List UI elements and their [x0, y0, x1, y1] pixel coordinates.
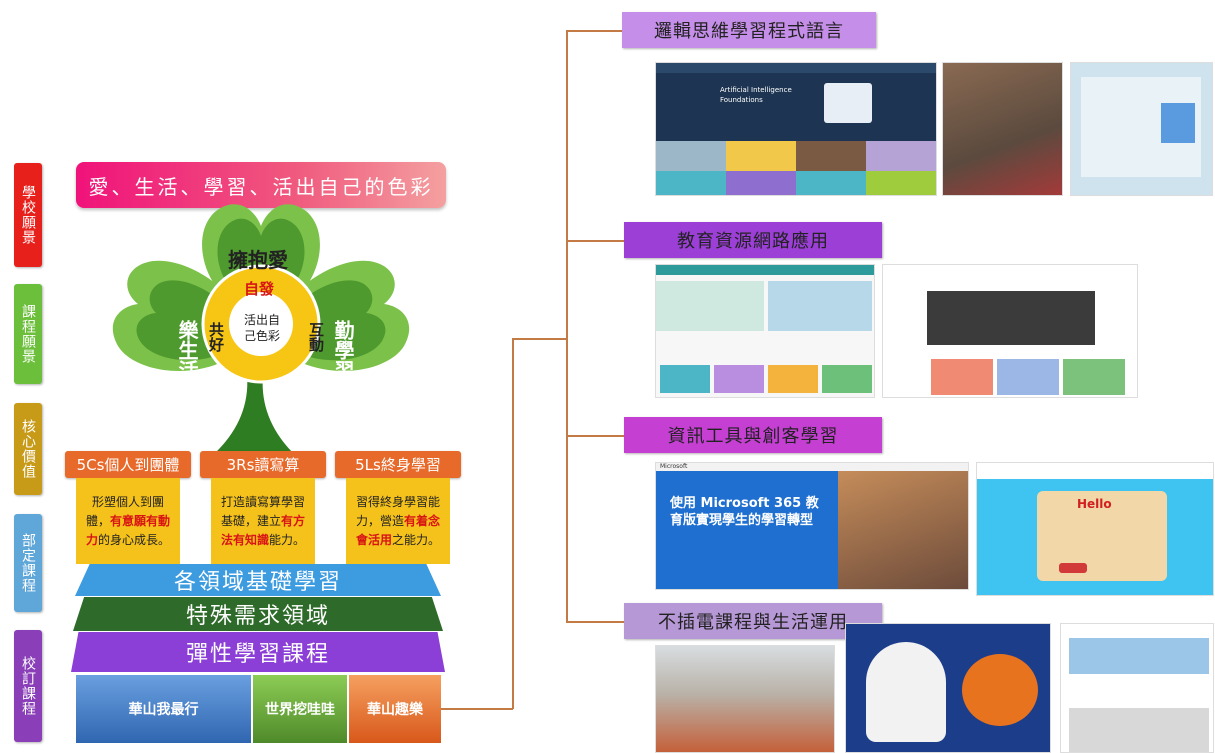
flower-center-text: 活出自己色彩: [243, 313, 280, 343]
connector-h-4: [566, 621, 624, 623]
layer-flexible-curriculum: 彈性學習課程: [71, 632, 445, 672]
connector-h-2: [566, 240, 624, 242]
connector-v-main: [512, 338, 514, 709]
note-5cs: 形塑個人到團體，有意願有動力的身心成長。: [76, 478, 180, 564]
connector-v-branch: [566, 30, 568, 622]
category-5cs: 5Cs個人到團體: [65, 451, 191, 478]
connector-h-3: [566, 435, 624, 437]
drawing-ghost-pumpkin: [845, 623, 1051, 753]
category-5ls: 5Ls終身學習: [335, 451, 461, 478]
bottom-box-2: 世界挖哇哇: [253, 675, 347, 743]
screenshot-ai-foundations: Artificial Intelligence Foundations: [655, 62, 937, 196]
flower-top-text: 擁抱愛: [228, 248, 288, 272]
label-unplugged: 不插電課程與生活運用: [624, 603, 882, 639]
bottom-box-3: 華山趣樂: [349, 675, 441, 743]
screenshot-microsoft-365: Microsoft 使用 Microsoft 365 教育版實現學生的學習轉型: [655, 462, 969, 590]
connector-h-mid: [512, 338, 568, 340]
connector-h-1: [566, 30, 622, 32]
flower-left-text: 樂生活: [175, 320, 199, 380]
tag-required-curriculum: 部定課程: [14, 514, 42, 612]
label-maker-learning: 資訊工具與創客學習: [624, 417, 882, 453]
connector-h-bottom: [441, 708, 513, 710]
flower-ring-top: 自發: [244, 280, 275, 298]
screenshot-keyboard: [1060, 623, 1214, 753]
flower-ring-left: 共好: [207, 322, 225, 352]
ms-brand: Microsoft: [660, 463, 688, 470]
flower-right-text: 勤學習: [331, 320, 355, 380]
game-title: Hello: [1077, 497, 1112, 511]
screenshot-teacher-site: [882, 264, 1138, 398]
ai-foundations-title: Artificial Intelligence Foundations: [720, 86, 792, 104]
flower-ring-right: 互動: [307, 322, 325, 352]
layer-domain-learning: 各領域基礎學習: [75, 564, 441, 596]
ms-headline: 使用 Microsoft 365 教育版實現學生的學習轉型: [670, 496, 819, 528]
bottom-box-1: 華山我最行: [76, 675, 251, 743]
tag-school-curriculum: 校訂課程: [14, 630, 42, 742]
screenshot-edu-portal: [655, 264, 875, 398]
tag-core-values: 核心價值: [14, 403, 42, 495]
screenshot-block-coding: [1070, 62, 1213, 196]
screenshot-code-game: Hello: [976, 462, 1214, 596]
photo-students-tablets: [942, 62, 1063, 196]
label-edu-resources: 教育資源網路應用: [624, 222, 882, 258]
tag-school-vision: 學校願景: [14, 163, 42, 267]
layer-special-needs: 特殊需求領域: [73, 597, 443, 631]
label-logic-programming: 邏輯思維學習程式語言: [622, 12, 876, 48]
note-3rs: 打造讀寫算學習基礎，建立有方法有知識能力。: [211, 478, 315, 564]
category-3rs: 3Rs讀寫算: [200, 451, 326, 478]
photo-unplugged-activity: [655, 645, 835, 753]
note-5ls: 習得終身學習能力，營造有着念會活用之能力。: [346, 478, 450, 564]
tag-curriculum-vision: 課程願景: [14, 284, 42, 384]
